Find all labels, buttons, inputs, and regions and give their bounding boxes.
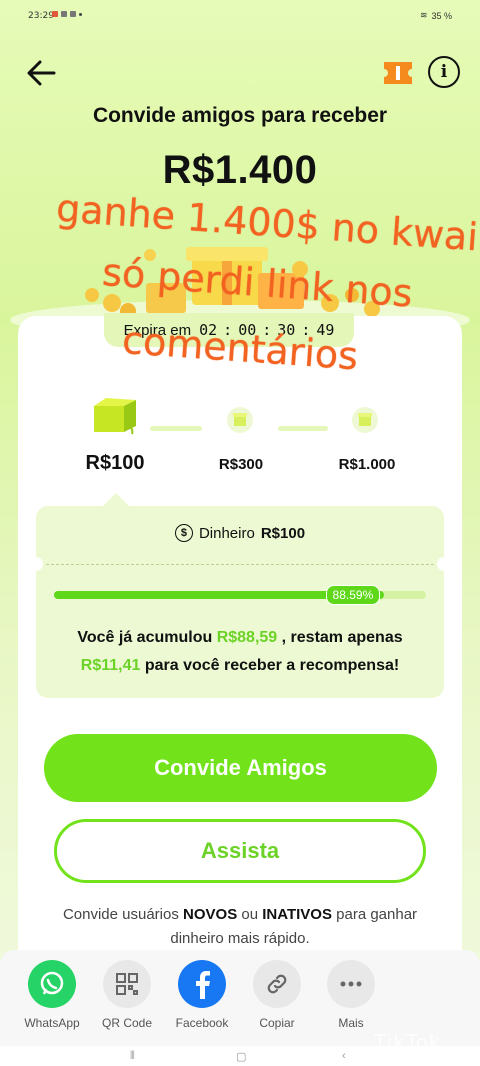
qr-code-icon (103, 960, 151, 1008)
share-qr-code[interactable]: QR Code (92, 960, 162, 1030)
share-more[interactable]: Mais (316, 960, 386, 1030)
battery-text: 35 % (431, 10, 452, 21)
share-label: Facebook (175, 1016, 229, 1030)
msg-part: , restam apenas (281, 629, 403, 646)
accumulated-amount: R$88,59 (216, 629, 278, 646)
reward-header: $ Dinheiro R$100 (36, 524, 444, 542)
invite-hint: Convide usuários NOVOS ou INATIVOS para … (40, 903, 440, 951)
more-icon (327, 960, 375, 1008)
msg-part: para você receber a recompensa! (144, 657, 400, 674)
back-arrow-icon[interactable] (24, 56, 58, 90)
step-label: R$1.000 (338, 456, 396, 473)
hint-novos: NOVOS (183, 906, 238, 923)
ticket-notch (29, 557, 43, 571)
step-connector (278, 426, 328, 431)
status-right: ≋ 35 % (420, 10, 452, 21)
share-label: Copiar (259, 1016, 295, 1030)
reward-value: R$100 (260, 524, 306, 542)
share-facebook[interactable]: Facebook (167, 960, 237, 1030)
page-subtitle: Convide amigos para receber (92, 104, 388, 127)
share-copy-link[interactable]: Copiar (242, 960, 312, 1030)
dollar-icon: $ (174, 524, 193, 542)
step-pointer (102, 493, 130, 507)
ticket-icon[interactable] (382, 60, 414, 86)
notification-icons (52, 11, 82, 17)
progress-bar: 88.59% (54, 585, 426, 605)
share-whatsapp[interactable]: WhatsApp (17, 960, 87, 1030)
home-icon[interactable]: ▢ (236, 1050, 246, 1063)
progress-badge: 88.59% (325, 585, 381, 605)
gift-coin-icon (226, 406, 254, 434)
share-label: WhatsApp (24, 1016, 80, 1030)
hint-inativos: INATIVOS (262, 906, 332, 923)
reward-label: Dinheiro (198, 524, 255, 542)
recents-icon[interactable]: ⦀ (130, 1050, 135, 1063)
step-connector (150, 426, 202, 431)
reward-box: $ Dinheiro R$100 88.59% Você já acumulou… (29, 506, 451, 698)
watch-button[interactable]: Assista (54, 819, 426, 883)
hint-part: Convide usuários (62, 906, 179, 923)
back-nav-icon[interactable]: ‹ (342, 1050, 346, 1062)
info-icon[interactable]: i (428, 56, 460, 88)
invite-friends-button[interactable]: Convide Amigos (44, 734, 437, 802)
share-label: Mais (338, 1016, 364, 1030)
whatsapp-icon (28, 960, 76, 1008)
reward-steps: R$100 R$300 R$1.000 (18, 390, 462, 490)
ticket-notch (437, 557, 451, 571)
share-label: QR Code (101, 1016, 153, 1030)
hint-part: ou (241, 906, 259, 923)
gift-box-icon (90, 394, 136, 436)
msg-part: Você já acumulou (77, 629, 213, 646)
dashed-divider (46, 564, 434, 565)
status-bar: 23:29 ≋ 35 % (0, 0, 480, 32)
reward-message: Você já acumulou R$88,59 , restam apenas… (46, 624, 434, 680)
tiktok-watermark: TikTok (374, 1030, 442, 1054)
link-icon (253, 960, 301, 1008)
facebook-icon (178, 960, 226, 1008)
remaining-amount: R$11,41 (80, 657, 141, 674)
status-time: 23:29 (28, 11, 54, 21)
gift-coin-icon (351, 406, 379, 434)
step-label: R$100 (85, 452, 145, 474)
wifi-icon: ≋ (419, 10, 428, 20)
step-label: R$300 (218, 456, 264, 473)
